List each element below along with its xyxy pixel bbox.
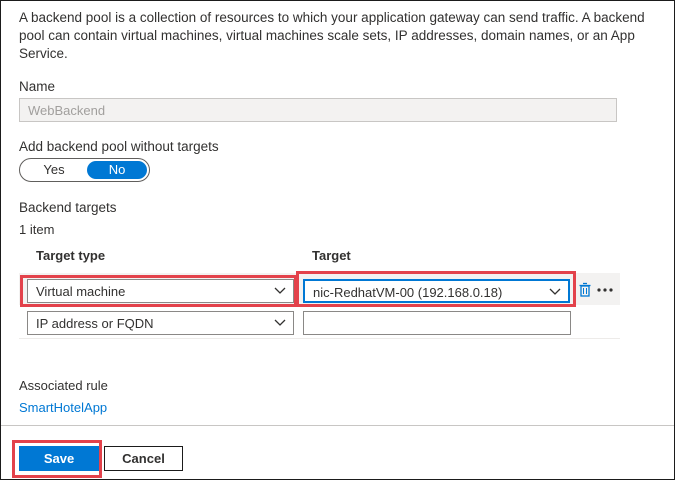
name-label: Name	[19, 79, 56, 94]
without-targets-toggle[interactable]: Yes No	[19, 158, 150, 182]
backend-targets-label: Backend targets	[19, 200, 117, 215]
target-dropdown[interactable]: nic-RedhatVM-00 (192.168.0.18)	[303, 279, 570, 303]
associated-rule-link[interactable]: SmartHotelApp	[19, 400, 107, 415]
target-type-value-2: IP address or FQDN	[36, 316, 154, 331]
chevron-down-icon	[549, 288, 561, 295]
chevron-down-icon	[274, 287, 286, 294]
target-type-dropdown[interactable]: Virtual machine	[27, 279, 294, 303]
delete-icon[interactable]	[578, 282, 592, 298]
column-header-target-type: Target type	[36, 248, 106, 263]
target-type-value: Virtual machine	[36, 284, 126, 299]
save-button[interactable]: Save	[19, 446, 99, 471]
target-type-dropdown-2[interactable]: IP address or FQDN	[27, 311, 294, 335]
item-count: 1 item	[19, 222, 55, 237]
target-value: nic-RedhatVM-00 (192.168.0.18)	[313, 285, 503, 300]
cancel-button[interactable]: Cancel	[104, 446, 183, 471]
toggle-no-option[interactable]: No	[87, 161, 147, 179]
associated-rule-label: Associated rule	[19, 378, 108, 393]
pool-description: A backend pool is a collection of resour…	[19, 10, 645, 61]
toggle-yes-option[interactable]: Yes	[23, 161, 85, 179]
without-targets-label: Add backend pool without targets	[19, 139, 219, 154]
more-options-icon[interactable]	[596, 287, 614, 293]
column-header-target: Target	[312, 248, 351, 263]
target-input-2[interactable]	[303, 311, 571, 335]
chevron-down-icon	[274, 319, 286, 326]
table-divider	[19, 338, 620, 339]
name-input[interactable]: WebBackend	[19, 98, 617, 122]
footer-divider	[1, 425, 674, 426]
